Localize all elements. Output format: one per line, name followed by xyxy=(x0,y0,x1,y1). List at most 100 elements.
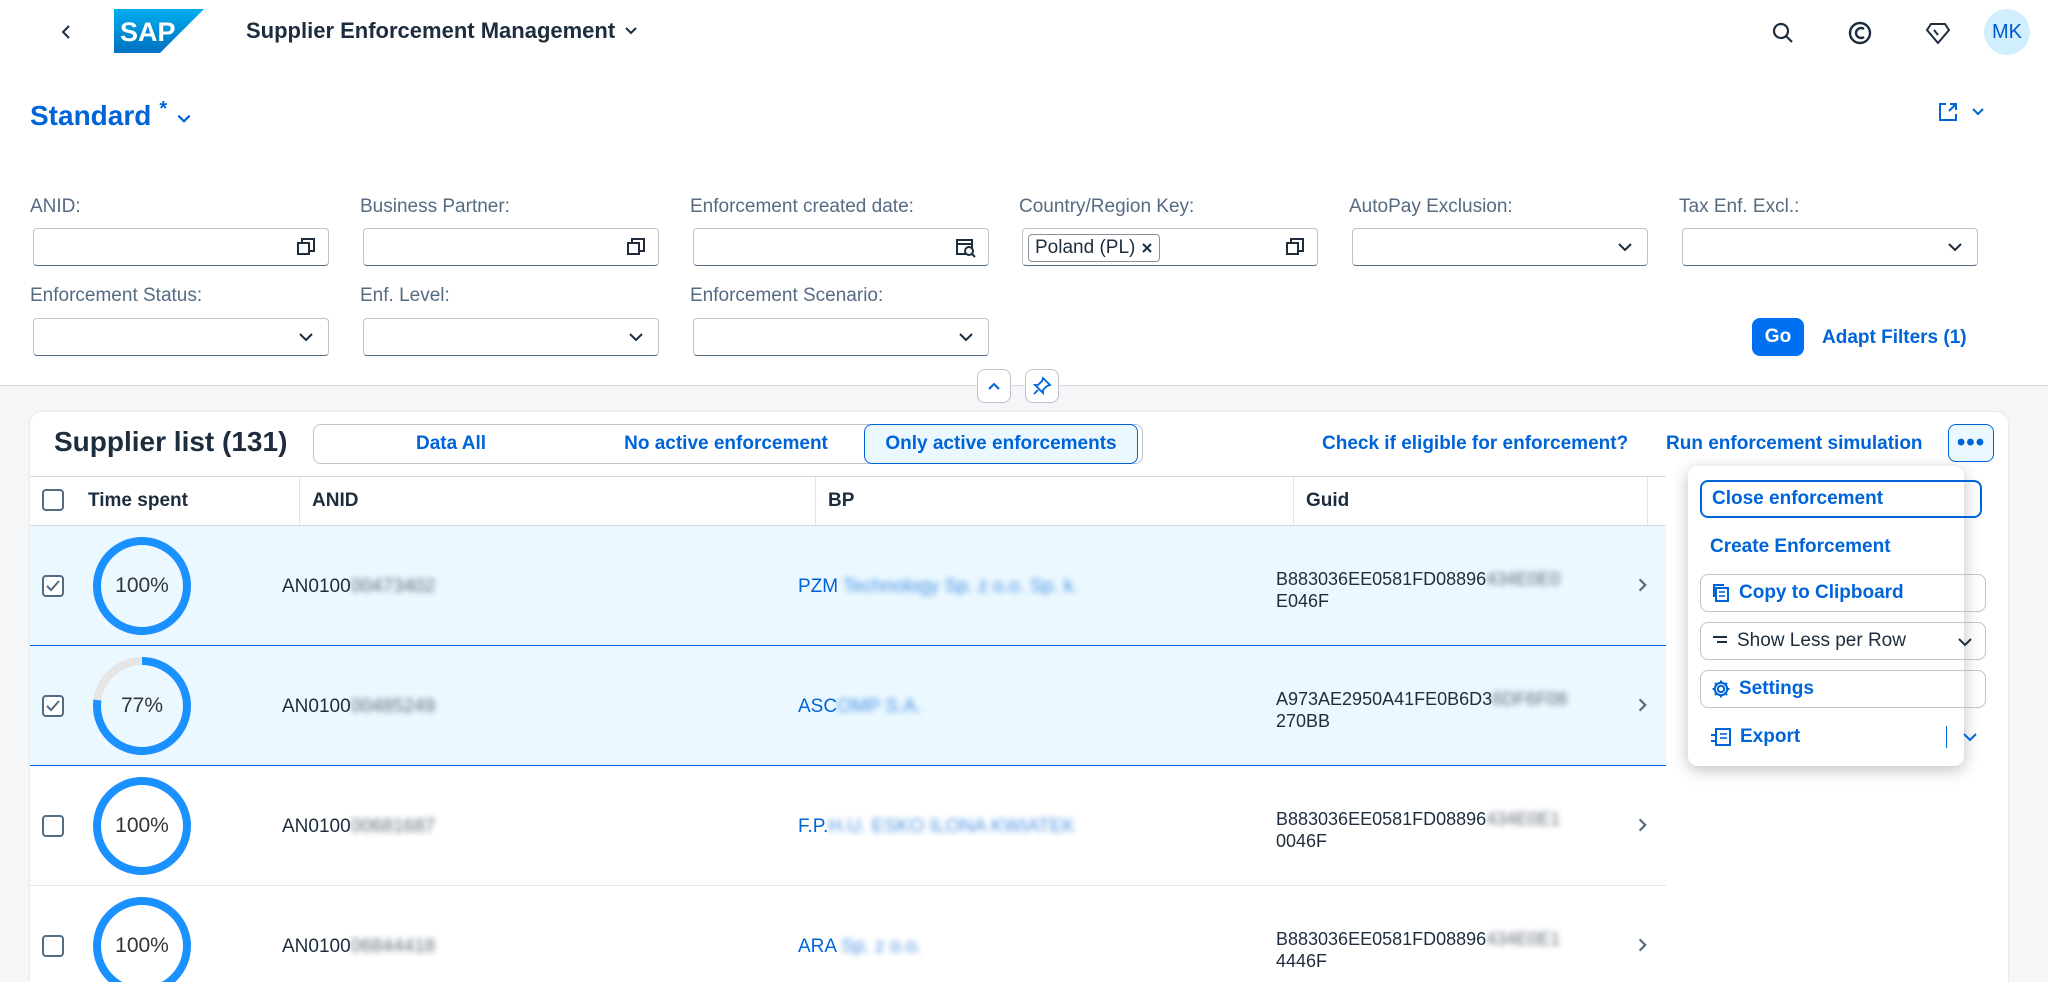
row-checkbox[interactable] xyxy=(42,815,64,837)
create-enforcement-item[interactable]: Create Enforcement xyxy=(1700,528,1982,566)
guid-line2: 270BB xyxy=(1276,711,1331,731)
bp-link[interactable]: ASCOMP S.A. xyxy=(798,696,921,718)
table-row[interactable]: 100% AN010000681687 F.P.H.U. ESKO ILONA KW… xyxy=(30,766,1666,886)
guid-line2: 0046F xyxy=(1276,831,1328,851)
row-checkbox[interactable] xyxy=(42,695,64,717)
bp-redacted: Technology Sp. z o.o. Sp. k. xyxy=(838,576,1079,597)
go-button[interactable]: Go xyxy=(1752,318,1804,356)
chevron-right-icon[interactable] xyxy=(1634,576,1652,594)
overflow-icon: ••• xyxy=(1956,429,1986,456)
collapse-header-button[interactable] xyxy=(977,369,1011,403)
calendar-icon[interactable] xyxy=(954,235,978,259)
bp-link[interactable]: F.P.H.U. ESKO ILONA KWIATEK xyxy=(798,816,1075,838)
chevron-down-icon xyxy=(1972,108,1984,116)
app-title-menu[interactable]: Supplier Enforcement Management xyxy=(246,18,639,44)
pin-icon xyxy=(1032,376,1052,396)
anid-redacted: 00681687 xyxy=(350,816,436,837)
user-avatar[interactable]: MK xyxy=(1984,9,2030,55)
sap-logo[interactable]: SAP xyxy=(114,9,204,53)
guid-line2: 4446F xyxy=(1276,951,1328,971)
business-partner-input[interactable] xyxy=(363,228,659,266)
anid-cell: AN010006844418 xyxy=(282,936,435,958)
bp-redacted: OMP S.A. xyxy=(837,696,922,717)
bp-link[interactable]: PZM Technology Sp. z o.o. Sp. k. xyxy=(798,576,1079,598)
enf-level-select[interactable] xyxy=(363,318,659,356)
joule-button[interactable] xyxy=(1843,16,1877,50)
chevron-down-icon xyxy=(954,325,978,349)
column-anid[interactable]: ANID xyxy=(300,477,816,525)
close-enforcement-item[interactable]: Close enforcement xyxy=(1700,480,1982,518)
value-help-icon[interactable] xyxy=(294,235,318,259)
search-button[interactable] xyxy=(1766,16,1800,50)
bp-redacted: H.U. ESKO ILONA KWIATEK xyxy=(828,816,1075,837)
chevron-down-icon[interactable] xyxy=(1962,729,1978,745)
pin-header-button[interactable] xyxy=(1025,369,1059,403)
value-help-icon[interactable] xyxy=(1283,235,1307,259)
share-button[interactable] xyxy=(1936,100,1986,124)
value-help-icon[interactable] xyxy=(624,235,648,259)
more-actions-button[interactable]: ••• xyxy=(1948,424,1994,462)
variant-modified-marker: * xyxy=(159,98,168,120)
show-less-per-row-select[interactable]: Show Less per Row xyxy=(1700,622,1986,660)
autopay-exclusion-select[interactable] xyxy=(1352,228,1648,266)
anid-redacted: 06844418 xyxy=(350,936,436,957)
chevron-right-icon[interactable] xyxy=(1634,816,1652,834)
guid-visible: B883036EE0581FD08896 xyxy=(1276,929,1487,949)
chevron-down-icon xyxy=(294,325,318,349)
bp-link[interactable]: ARA Sp. z o.o. xyxy=(798,936,922,958)
anid-visible: AN0100 xyxy=(282,936,351,957)
more-actions-popover: Close enforcement Create Enforcement Cop… xyxy=(1688,466,1986,766)
copy-icon xyxy=(1713,584,1729,602)
segment-only-active-enforcements[interactable]: Only active enforcements xyxy=(864,424,1138,464)
progress-label: 100% xyxy=(115,574,169,597)
column-time-spent[interactable]: Time spent xyxy=(76,477,300,525)
variant-selector[interactable]: Standard * xyxy=(30,98,193,132)
row-checkbox[interactable] xyxy=(42,575,64,597)
column-guid[interactable]: Guid xyxy=(1294,477,1648,525)
enforcement-created-date-input[interactable] xyxy=(693,228,989,266)
progress-label: 100% xyxy=(115,814,169,837)
export-icon xyxy=(1711,728,1731,746)
chevron-down-icon xyxy=(177,114,191,123)
shell-bar: SAP Supplier Enforcement Management MK xyxy=(0,0,2048,64)
back-button[interactable] xyxy=(52,18,80,46)
run-simulation-link[interactable]: Run enforcement simulation xyxy=(1666,433,1923,455)
table-row[interactable]: 100% AN010006844418 ARA Sp. z o.o. B883036E… xyxy=(30,886,1666,982)
chevron-down-icon xyxy=(1613,235,1637,259)
anid-visible: AN0100 xyxy=(282,696,351,717)
copy-to-clipboard-label: Copy to Clipboard xyxy=(1739,582,1904,603)
chevron-down-icon xyxy=(625,27,637,35)
settings-item[interactable]: Settings xyxy=(1700,670,1986,708)
country-token[interactable]: Poland (PL) xyxy=(1028,234,1161,262)
checkmark-icon xyxy=(46,580,60,592)
segment-no-active-enforcement[interactable]: No active enforcement xyxy=(588,425,864,463)
logo-text: SAP xyxy=(120,17,176,47)
check-eligible-link[interactable]: Check if eligible for enforcement? xyxy=(1322,433,1628,455)
notifications-button[interactable] xyxy=(1921,16,1955,50)
guid-cell: B883036EE0581FD08896434E0E0 E046F xyxy=(1276,568,1560,612)
segment-data-all[interactable]: Data All xyxy=(314,425,588,463)
enforcement-status-label: Enforcement Status: xyxy=(30,285,203,306)
anid-input[interactable] xyxy=(33,228,329,266)
chevron-right-icon[interactable] xyxy=(1634,936,1652,954)
row-checkbox[interactable] xyxy=(42,935,64,957)
guid-redacted: 6DF6F08 xyxy=(1492,689,1568,709)
guid-line2: E046F xyxy=(1276,591,1330,611)
export-item[interactable]: Export xyxy=(1700,718,1986,756)
select-all-checkbox[interactable] xyxy=(42,489,64,511)
app-title: Supplier Enforcement Management xyxy=(246,18,616,43)
anid-cell: AN010000485249 xyxy=(282,696,435,718)
chevron-right-icon[interactable] xyxy=(1634,696,1652,714)
enforcement-scenario-select[interactable] xyxy=(693,318,989,356)
copy-to-clipboard-item[interactable]: Copy to Clipboard xyxy=(1700,574,1986,612)
tax-enf-excl-select[interactable] xyxy=(1682,228,1978,266)
adapt-filters-link[interactable]: Adapt Filters (1) xyxy=(1822,327,1967,349)
country-region-input[interactable]: Poland (PL) xyxy=(1022,228,1318,266)
enforcement-status-select[interactable] xyxy=(33,318,329,356)
anid-visible: AN0100 xyxy=(282,816,351,837)
progress-label: 100% xyxy=(115,934,169,957)
table-row[interactable]: 77% AN010000485249 ASCOMP S.A. A973AE2950A4… xyxy=(30,646,1666,766)
column-bp[interactable]: BP xyxy=(816,477,1294,525)
close-icon[interactable] xyxy=(1141,242,1153,254)
table-row[interactable]: 100% AN010000473402 PZM Technology Sp. z o… xyxy=(30,526,1666,646)
